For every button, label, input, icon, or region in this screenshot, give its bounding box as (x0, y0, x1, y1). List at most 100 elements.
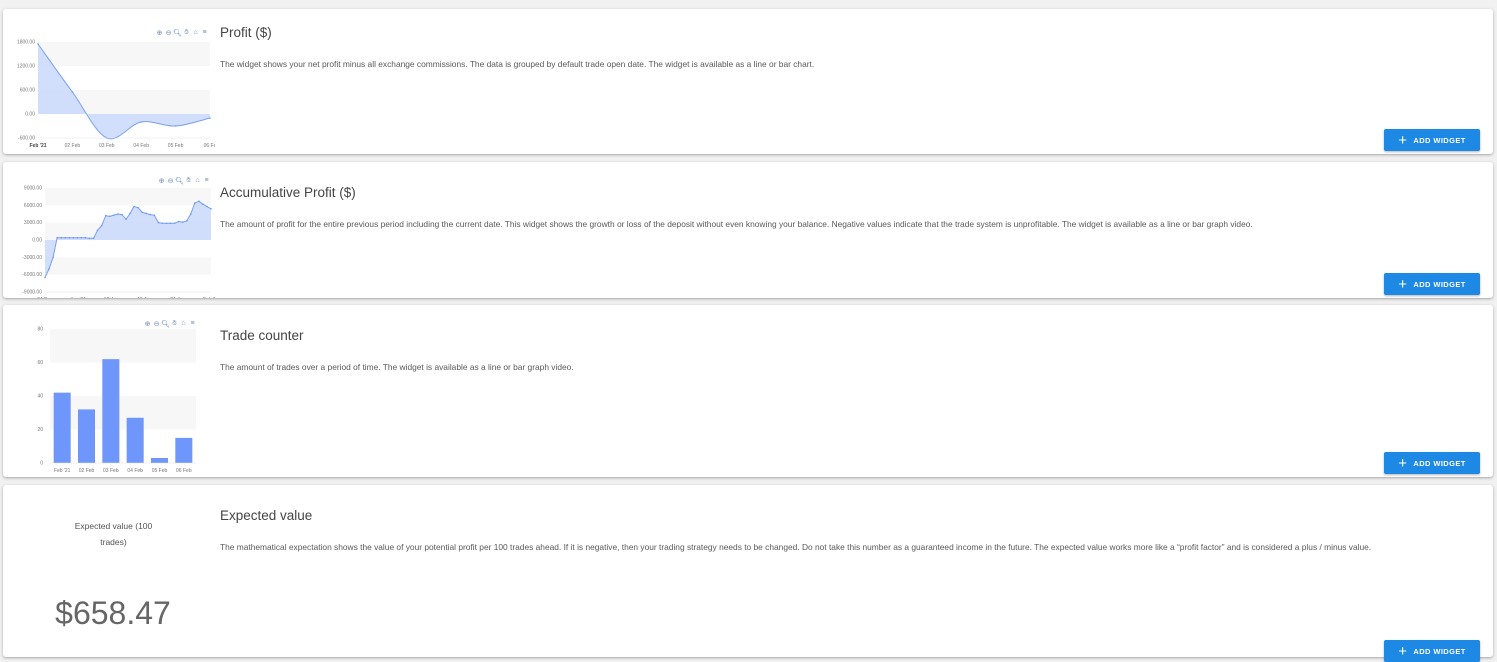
bar (77, 409, 96, 463)
data-point (141, 211, 143, 214)
data-point (149, 213, 152, 216)
selection-zoom-icon[interactable]: 🔍︎ (175, 177, 184, 185)
y-tick-label: 1200.00 (17, 64, 35, 70)
y-tick-label: -6000.00 (22, 272, 42, 278)
data-point (44, 276, 46, 279)
data-point (145, 212, 148, 215)
data-point (177, 220, 180, 223)
data-point (174, 125, 177, 127)
data-point (189, 213, 192, 215)
data-point (173, 222, 176, 225)
data-point (169, 222, 172, 225)
bar (126, 417, 144, 463)
expected-value-preview: Expected value (100 trades) $658.47 (3, 485, 215, 657)
data-point (157, 221, 160, 224)
data-point (76, 236, 79, 239)
pan-icon[interactable]: ✋︎ (171, 320, 178, 327)
y-tick-label: 0.00 (32, 238, 42, 244)
bar (175, 437, 193, 463)
data-point (113, 214, 115, 216)
pan-icon[interactable]: ✋︎ (185, 177, 192, 184)
data-point (133, 205, 135, 208)
add-widget-label: ADD WIDGET (1413, 646, 1466, 656)
data-point (96, 229, 99, 231)
x-tick-label: 03 Feb (99, 143, 115, 149)
y-tick-label: 60 (37, 360, 43, 366)
x-tick-label: Feb '21 (29, 143, 46, 149)
widget-description: The amount of trades over a period of ti… (220, 362, 574, 372)
accumulative-chart-preview: ⊕ ⊖ 🔍︎ ✋︎ ⌂ ≡ 9000.00 6000.00 3000.00 0.00 -3000.… (3, 162, 215, 299)
data-point (108, 215, 111, 218)
zoom-out-icon[interactable]: ⊖ (153, 320, 160, 328)
data-point (202, 203, 204, 205)
home-reset-icon[interactable]: ⌂ (194, 177, 201, 184)
data-point (153, 214, 156, 216)
trade-counter-chart: 80 60 40 20 0 Feb '21 02 Feb 03 Feb 04 Feb 05 Feb… (37, 327, 196, 474)
y-tick-label: 9000.00 (24, 186, 42, 192)
expected-value-label: Expected value (100 trades) (74, 521, 153, 547)
x-tick-label: 05 Feb (152, 468, 168, 474)
widget-title: Trade counter (220, 328, 304, 343)
widget-description: The widget shows your net profit minus a… (220, 59, 815, 69)
data-point (52, 256, 54, 259)
x-tick-label: 16 Jan (137, 297, 152, 298)
data-point (71, 91, 74, 93)
data-point (117, 213, 119, 215)
zoom-out-icon[interactable]: ⊖ (165, 29, 172, 37)
add-widget-button[interactable]: + ADD WIDGET (1384, 640, 1480, 662)
x-tick-label: 03 Feb (103, 468, 119, 474)
plus-icon: + (1398, 131, 1408, 149)
pan-icon[interactable]: ✋︎ (183, 29, 190, 36)
data-point (137, 206, 139, 209)
grid-band (50, 396, 196, 430)
selection-zoom-icon[interactable]: 🔍︎ (173, 29, 182, 37)
data-point (80, 236, 83, 239)
add-widget-label: ADD WIDGET (1413, 135, 1466, 145)
data-point (198, 200, 200, 203)
zoom-in-icon[interactable]: ⊕ (156, 29, 163, 37)
data-point (140, 121, 142, 123)
home-reset-icon[interactable]: ⌂ (180, 320, 187, 327)
profit-chart-preview: ⊕ ⊖ 🔍︎ ✋︎ ⌂ ≡ 1800.00 1200.00 600.00 0.00 -600.00… (3, 9, 215, 154)
add-widget-button[interactable]: + ADD WIDGET (1384, 452, 1480, 474)
x-tick-label: Feb '21 (203, 297, 215, 298)
data-point (64, 236, 67, 239)
data-point (88, 237, 91, 240)
chart-toolbar: ⊕ ⊖ 🔍︎ ✋︎ ⌂ ≡ (158, 177, 210, 185)
y-tick-label: -600.00 (18, 136, 35, 142)
bar (53, 392, 71, 463)
y-tick-label: 1800.00 (17, 40, 35, 46)
zoom-in-icon[interactable]: ⊕ (144, 320, 151, 328)
grid-band (45, 188, 211, 206)
y-tick-label: 80 (37, 327, 43, 333)
data-point (104, 214, 107, 217)
add-widget-label: ADD WIDGET (1413, 279, 1466, 289)
data-point (100, 224, 103, 227)
selection-zoom-icon[interactable]: 🔍︎ (161, 320, 170, 328)
data-point (60, 236, 62, 239)
grid-band (50, 329, 196, 363)
add-widget-button[interactable]: + ADD WIDGET (1384, 273, 1480, 295)
widget-title: Accumulative Profit ($) (220, 185, 356, 200)
menu-icon[interactable]: ≡ (189, 320, 196, 327)
zoom-in-icon[interactable]: ⊕ (158, 177, 165, 185)
data-point (181, 221, 184, 223)
add-widget-button[interactable]: + ADD WIDGET (1384, 129, 1480, 151)
zoom-out-icon[interactable]: ⊖ (167, 177, 174, 185)
data-point (121, 213, 123, 216)
menu-icon[interactable]: ≡ (203, 177, 210, 184)
y-tick-label: 0 (40, 461, 43, 467)
widget-title: Expected value (220, 508, 313, 523)
x-tick-label: 02 Feb (65, 143, 81, 149)
x-tick-label: 02 Feb (79, 468, 95, 474)
menu-icon[interactable]: ≡ (201, 29, 208, 36)
data-point (68, 236, 71, 239)
y-tick-label: -3000.00 (22, 255, 42, 261)
y-tick-label: 3000.00 (24, 220, 42, 226)
x-tick-label: 24 Dec (37, 297, 53, 298)
chart-toolbar: ⊕ ⊖ 🔍︎ ✋︎ ⌂ ≡ (156, 29, 208, 37)
x-tick-label: Feb '21 (54, 468, 71, 474)
home-reset-icon[interactable]: ⌂ (192, 29, 199, 36)
data-point (209, 117, 211, 119)
data-point (125, 218, 127, 220)
